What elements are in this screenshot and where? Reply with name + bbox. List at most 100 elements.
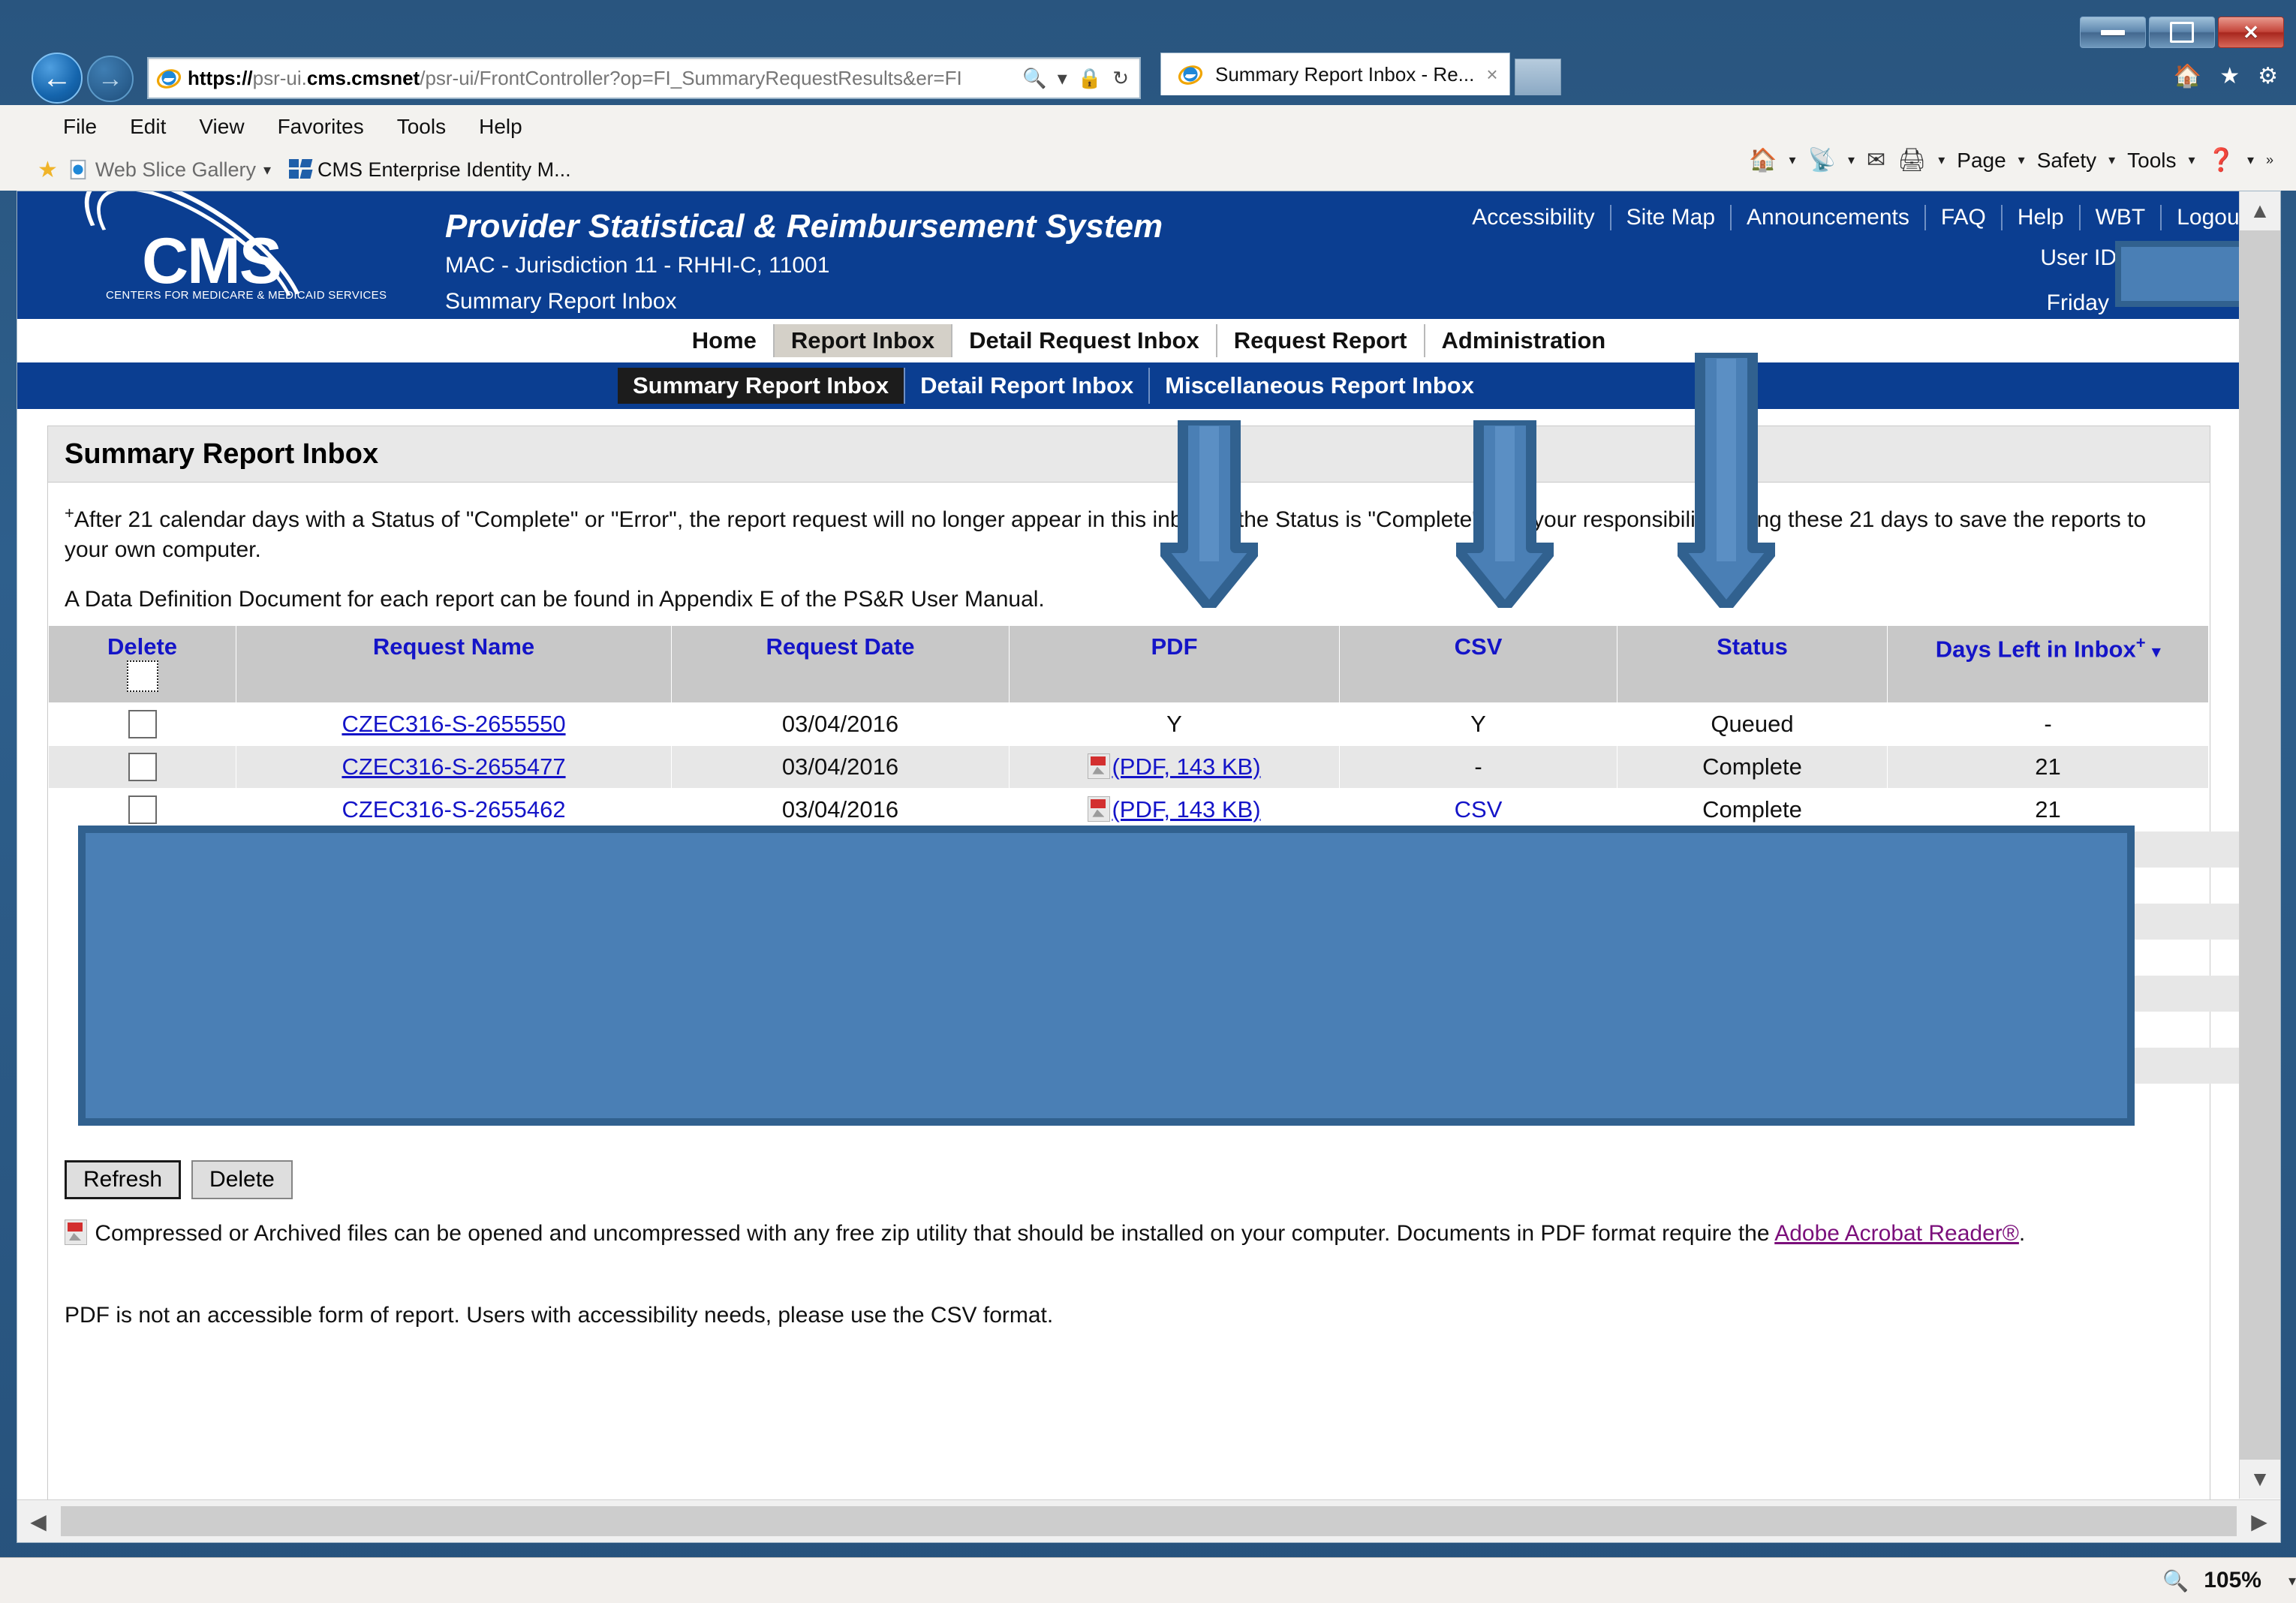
tab-close-icon[interactable]: × bbox=[1486, 63, 1497, 86]
command-page-menu[interactable]: Page bbox=[1957, 149, 2006, 173]
menu-favorites[interactable]: Favorites bbox=[261, 113, 381, 140]
link-announcements[interactable]: Announcements bbox=[1730, 205, 1924, 230]
nav-administration[interactable]: Administration bbox=[1423, 324, 1623, 357]
page-horizontal-scrollbar[interactable]: ◀ ▶ bbox=[17, 1499, 2280, 1542]
row-pdf[interactable]: (PDF, 143 KB) bbox=[1009, 787, 1340, 832]
request-name-link[interactable]: CZEC316-S-2655477 bbox=[342, 753, 565, 780]
row-checkbox[interactable] bbox=[128, 710, 157, 739]
request-name-link[interactable]: CZEC316-S-2655462 bbox=[342, 796, 565, 823]
command-tools-menu[interactable]: Tools bbox=[2127, 149, 2176, 173]
link-site-map[interactable]: Site Map bbox=[1609, 205, 1730, 230]
adobe-acrobat-reader-link[interactable]: Adobe Acrobat Reader® bbox=[1774, 1221, 2019, 1246]
overflow-icon[interactable]: » bbox=[2266, 152, 2273, 168]
column-header-delete[interactable]: Delete bbox=[48, 624, 236, 703]
column-header-days-left[interactable]: Days Left in Inbox+ ▾ bbox=[1887, 624, 2209, 703]
feeds-icon[interactable]: 📡 bbox=[1808, 147, 1836, 173]
column-header-csv[interactable]: CSV bbox=[1339, 624, 1617, 703]
zoom-icon[interactable]: 🔍 bbox=[2162, 1568, 2189, 1593]
address-bar[interactable]: https://psr-ui.cms.cmsnet/psr-ui/FrontCo… bbox=[147, 57, 1141, 99]
delete-button[interactable]: Delete bbox=[191, 1160, 293, 1199]
nav-request-report[interactable]: Request Report bbox=[1215, 324, 1424, 357]
command-safety-menu[interactable]: Safety bbox=[2037, 149, 2096, 173]
browser-tab[interactable]: Summary Report Inbox - Re... × bbox=[1160, 53, 1510, 95]
help-icon[interactable]: ❓ bbox=[2207, 147, 2235, 173]
chevron-down-icon[interactable]: ▾ bbox=[2288, 1571, 2296, 1590]
zoom-level[interactable]: 105% bbox=[2204, 1568, 2261, 1593]
page-vertical-scrollbar[interactable]: ▲ ▼ bbox=[2239, 191, 2280, 1499]
pdf-download-link[interactable]: (PDF, 143 KB) bbox=[1112, 796, 1260, 823]
cms-logo-word: CMS bbox=[142, 225, 282, 297]
back-arrow-icon[interactable]: ← bbox=[32, 53, 83, 104]
link-wbt[interactable]: WBT bbox=[2078, 205, 2161, 230]
chevron-down-icon[interactable]: ▾ bbox=[2247, 152, 2254, 168]
add-favorite-icon[interactable]: ★ bbox=[38, 157, 58, 183]
gear-icon[interactable]: ⚙ bbox=[2258, 63, 2278, 89]
column-header-pdf[interactable]: PDF bbox=[1009, 624, 1340, 703]
star-icon[interactable]: ★ bbox=[2219, 63, 2240, 89]
new-tab-button[interactable] bbox=[1515, 59, 1561, 95]
row-request-name[interactable]: CZEC316-S-2655477 bbox=[236, 744, 672, 789]
chevron-down-icon[interactable]: ▾ bbox=[263, 161, 271, 179]
column-header-request-name[interactable]: Request Name bbox=[236, 624, 672, 703]
lock-icon[interactable]: 🔒 bbox=[1078, 67, 1102, 90]
subnav-miscellaneous-report-inbox[interactable]: Miscellaneous Report Inbox bbox=[1148, 368, 1489, 404]
pdf-download-link[interactable]: (PDF, 143 KB) bbox=[1112, 753, 1260, 780]
favorite-web-slice-gallery[interactable]: Web Slice Gallery ▾ bbox=[67, 158, 271, 182]
row-request-name[interactable]: CZEC316-S-2655550 bbox=[236, 702, 672, 746]
scroll-down-icon[interactable]: ▼ bbox=[2240, 1460, 2280, 1499]
menu-view[interactable]: View bbox=[182, 113, 260, 140]
print-icon[interactable]: 🖨 bbox=[1897, 147, 1926, 173]
chevron-down-icon[interactable]: ▾ bbox=[2018, 152, 2025, 168]
minimize-button[interactable] bbox=[2080, 17, 2146, 48]
scroll-up-icon[interactable]: ▲ bbox=[2240, 191, 2280, 230]
note-retention-text: After 21 calendar days with a Status of … bbox=[65, 507, 2147, 562]
chevron-down-icon[interactable]: ▾ bbox=[1848, 152, 1855, 168]
row-csv[interactable]: CSV bbox=[1339, 787, 1617, 832]
row-delete-cell[interactable] bbox=[48, 702, 236, 746]
refresh-icon[interactable]: ↻ bbox=[1112, 67, 1129, 90]
column-header-delete-label[interactable]: Delete bbox=[52, 633, 233, 660]
forward-arrow-icon[interactable]: → bbox=[87, 56, 134, 102]
link-accessibility[interactable]: Accessibility bbox=[1457, 205, 1609, 230]
row-delete-cell[interactable] bbox=[48, 787, 236, 832]
scroll-left-icon[interactable]: ◀ bbox=[17, 1501, 59, 1541]
close-button[interactable]: ✕ bbox=[2218, 17, 2284, 48]
scroll-right-icon[interactable]: ▶ bbox=[2238, 1501, 2280, 1541]
row-delete-cell[interactable] bbox=[48, 744, 236, 789]
csv-download-link[interactable]: CSV bbox=[1455, 796, 1503, 823]
menu-file[interactable]: File bbox=[47, 113, 113, 140]
request-name-link[interactable]: CZEC316-S-2655550 bbox=[342, 711, 565, 737]
home-icon[interactable]: 🏠 bbox=[2174, 63, 2201, 89]
home-icon[interactable]: 🏠 bbox=[1749, 147, 1777, 173]
chevron-down-icon[interactable]: ▾ bbox=[1058, 67, 1067, 90]
chevron-down-icon[interactable]: ▾ bbox=[2189, 152, 2195, 168]
search-icon[interactable]: 🔍 bbox=[1022, 67, 1046, 90]
link-help[interactable]: Help bbox=[2000, 205, 2079, 230]
favorite-cms-enterprise-identity[interactable]: CMS Enterprise Identity M... bbox=[289, 158, 571, 182]
nav-detail-request-inbox[interactable]: Detail Request Inbox bbox=[951, 324, 1216, 357]
menu-tools[interactable]: Tools bbox=[381, 113, 462, 140]
subnav-detail-report-inbox[interactable]: Detail Report Inbox bbox=[904, 368, 1148, 404]
column-header-request-date[interactable]: Request Date bbox=[671, 624, 1010, 703]
row-request-name[interactable]: CZEC316-S-2655462 bbox=[236, 787, 672, 832]
chevron-down-icon[interactable]: ▾ bbox=[1938, 152, 1945, 168]
row-pdf[interactable]: (PDF, 143 KB) bbox=[1009, 744, 1340, 789]
nav-report-inbox[interactable]: Report Inbox bbox=[772, 324, 952, 357]
restore-button[interactable] bbox=[2149, 17, 2215, 48]
column-header-status[interactable]: Status bbox=[1617, 624, 1888, 703]
select-all-checkbox[interactable] bbox=[126, 660, 158, 692]
nav-home[interactable]: Home bbox=[676, 324, 773, 357]
menu-edit[interactable]: Edit bbox=[113, 113, 182, 140]
chevron-down-icon[interactable]: ▾ bbox=[1789, 152, 1796, 168]
mail-icon[interactable]: ✉ bbox=[1867, 147, 1885, 173]
vertical-scrollbar-track[interactable] bbox=[2240, 230, 2280, 1460]
menu-help[interactable]: Help bbox=[462, 113, 539, 140]
refresh-button[interactable]: Refresh bbox=[65, 1160, 182, 1199]
row-checkbox[interactable] bbox=[128, 795, 157, 825]
row-checkbox[interactable] bbox=[128, 753, 157, 782]
link-faq[interactable]: FAQ bbox=[1924, 205, 2001, 230]
horizontal-scrollbar-track[interactable] bbox=[61, 1506, 2237, 1536]
subnav-summary-report-inbox[interactable]: Summary Report Inbox bbox=[618, 368, 904, 404]
sort-descending-icon[interactable]: ▾ bbox=[2152, 642, 2160, 660]
chevron-down-icon[interactable]: ▾ bbox=[2108, 152, 2115, 168]
